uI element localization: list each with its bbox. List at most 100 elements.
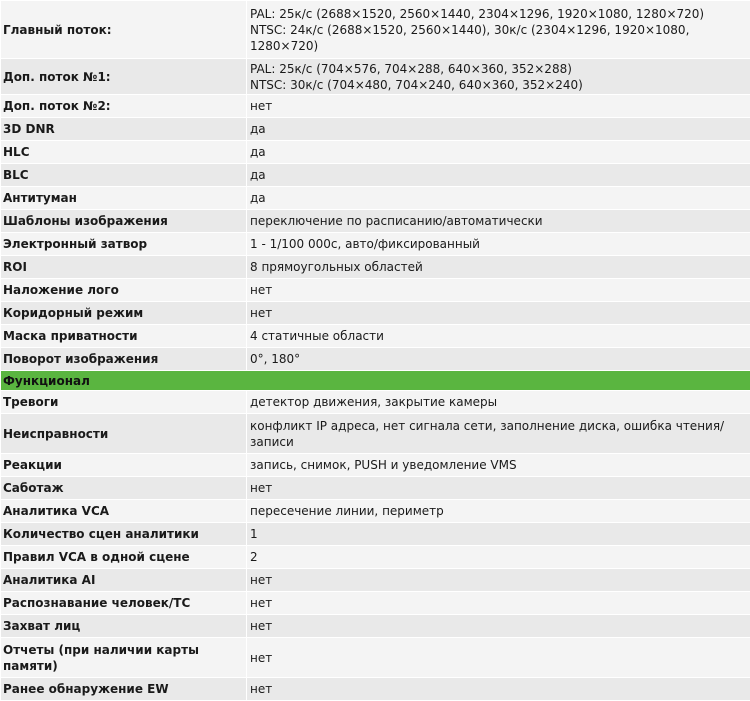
section-title: Функционал [1, 371, 750, 391]
spec-label: Коридорный режим [1, 302, 247, 325]
table-row: Поворот изображения0°, 180° [1, 348, 750, 371]
table-row: Количество сцен аналитики1 [1, 523, 750, 546]
spec-value: нет [247, 302, 750, 325]
spec-value: нет [247, 477, 750, 500]
spec-value: запись, снимок, PUSH и уведомление VMS [247, 454, 750, 477]
spec-value: 2 [247, 546, 750, 569]
spec-value: 1 - 1/100 000с, авто/фиксированный [247, 233, 750, 256]
spec-value-line: 1 - 1/100 000с, авто/фиксированный [250, 236, 748, 252]
table-row: Реакциизапись, снимок, PUSH и уведомлени… [1, 454, 750, 477]
spec-value-line: да [250, 167, 748, 183]
spec-value-line: нет [250, 480, 748, 496]
table-row: ROI8 прямоугольных областей [1, 256, 750, 279]
spec-label: Распознавание человек/ТС [1, 592, 247, 615]
spec-label: Доп. поток №1: [1, 59, 247, 95]
spec-value-line: да [250, 121, 748, 137]
table-row: Коридорный режимнет [1, 302, 750, 325]
spec-label: Ранее обнаружение EW [1, 678, 247, 701]
table-row: Шаблоны изображенияпереключение по распи… [1, 210, 750, 233]
table-row: Наложение логонет [1, 279, 750, 302]
spec-label: Количество сцен аналитики [1, 523, 247, 546]
spec-label: BLC [1, 164, 247, 187]
spec-value: да [247, 187, 750, 210]
spec-value: да [247, 164, 750, 187]
spec-value: нет [247, 592, 750, 615]
spec-value: нет [247, 678, 750, 701]
spec-table: Главный поток:PAL: 25к/с (2688×1520, 256… [0, 0, 750, 701]
table-row: HLCда [1, 141, 750, 164]
spec-value: PAL: 25к/с (704×576, 704×288, 640×360, 3… [247, 59, 750, 95]
table-row: Неисправностиконфликт IP адреса, нет сиг… [1, 414, 750, 454]
table-row: Саботажнет [1, 477, 750, 500]
spec-value: нет [247, 615, 750, 638]
spec-value-line: нет [250, 681, 748, 697]
spec-label: Тревоги [1, 391, 247, 414]
spec-value-line: да [250, 144, 748, 160]
spec-value-line: 0°, 180° [250, 351, 748, 367]
spec-value: 1 [247, 523, 750, 546]
spec-value-line: 1280×720) [250, 38, 748, 54]
table-row: Распознавание человек/ТСнет [1, 592, 750, 615]
table-row: Отчеты (при наличии карты памяти)нет [1, 638, 750, 678]
table-row: Ранее обнаружение EWнет [1, 678, 750, 701]
spec-label: Доп. поток №2: [1, 95, 247, 118]
table-row: 3D DNRда [1, 118, 750, 141]
spec-label: Главный поток: [1, 1, 247, 59]
spec-value: переключение по расписанию/автоматически [247, 210, 750, 233]
spec-value-line: нет [250, 282, 748, 298]
spec-value: да [247, 118, 750, 141]
spec-value-line: нет [250, 618, 748, 634]
spec-value: 8 прямоугольных областей [247, 256, 750, 279]
spec-label: HLC [1, 141, 247, 164]
spec-value-line: переключение по расписанию/автоматически [250, 213, 748, 229]
spec-value: пересечение линии, периметр [247, 500, 750, 523]
spec-value-line: нет [250, 572, 748, 588]
spec-label: Правил VCA в одной сцене [1, 546, 247, 569]
spec-label: ROI [1, 256, 247, 279]
spec-value: да [247, 141, 750, 164]
table-row: Правил VCA в одной сцене2 [1, 546, 750, 569]
spec-value: нет [247, 638, 750, 678]
spec-value: детектор движения, закрытие камеры [247, 391, 750, 414]
table-row: Электронный затвор1 - 1/100 000с, авто/ф… [1, 233, 750, 256]
spec-value-line: нет [250, 305, 748, 321]
table-row: Тревогидетектор движения, закрытие камер… [1, 391, 750, 414]
table-row: Доп. поток №1:PAL: 25к/с (704×576, 704×2… [1, 59, 750, 95]
spec-value-line: запись, снимок, PUSH и уведомление VMS [250, 457, 748, 473]
spec-label: Маска приватности [1, 325, 247, 348]
table-row: Аналитика AIнет [1, 569, 750, 592]
spec-value-line: пересечение линии, периметр [250, 503, 748, 519]
spec-label: Антитуман [1, 187, 247, 210]
spec-value-line: PAL: 25к/с (704×576, 704×288, 640×360, 3… [250, 61, 748, 77]
spec-value-line: нет [250, 650, 748, 666]
spec-value: нет [247, 279, 750, 302]
spec-value-line: конфликт IP адреса, нет сигнала сети, за… [250, 418, 748, 434]
spec-value: 4 статичные области [247, 325, 750, 348]
table-row: BLCда [1, 164, 750, 187]
table-row: Главный поток:PAL: 25к/с (2688×1520, 256… [1, 1, 750, 59]
spec-label: Неисправности [1, 414, 247, 454]
spec-label: Реакции [1, 454, 247, 477]
spec-table-body: Главный поток:PAL: 25к/с (2688×1520, 256… [1, 1, 750, 701]
section-header-row: Функционал [1, 371, 750, 391]
spec-label: Захват лиц [1, 615, 247, 638]
spec-label: Отчеты (при наличии карты памяти) [1, 638, 247, 678]
spec-value-line: NTSC: 30к/с (704×480, 704×240, 640×360, … [250, 77, 748, 93]
spec-label: Аналитика AI [1, 569, 247, 592]
spec-value-line: да [250, 190, 748, 206]
table-row: Антитуманда [1, 187, 750, 210]
table-row: Аналитика VCAпересечение линии, периметр [1, 500, 750, 523]
table-row: Доп. поток №2:нет [1, 95, 750, 118]
spec-value-line: 2 [250, 549, 748, 565]
spec-value-line: нет [250, 98, 748, 114]
spec-value-line: 4 статичные области [250, 328, 748, 344]
spec-label: Поворот изображения [1, 348, 247, 371]
table-row: Маска приватности4 статичные области [1, 325, 750, 348]
spec-value-line: записи [250, 434, 748, 450]
spec-value: нет [247, 95, 750, 118]
spec-value-line: NTSC: 24к/с (2688×1520, 2560×1440), 30к/… [250, 22, 748, 38]
spec-label: Шаблоны изображения [1, 210, 247, 233]
spec-value-line: 8 прямоугольных областей [250, 259, 748, 275]
spec-value-line: PAL: 25к/с (2688×1520, 2560×1440, 2304×1… [250, 6, 748, 22]
table-row: Захват лицнет [1, 615, 750, 638]
